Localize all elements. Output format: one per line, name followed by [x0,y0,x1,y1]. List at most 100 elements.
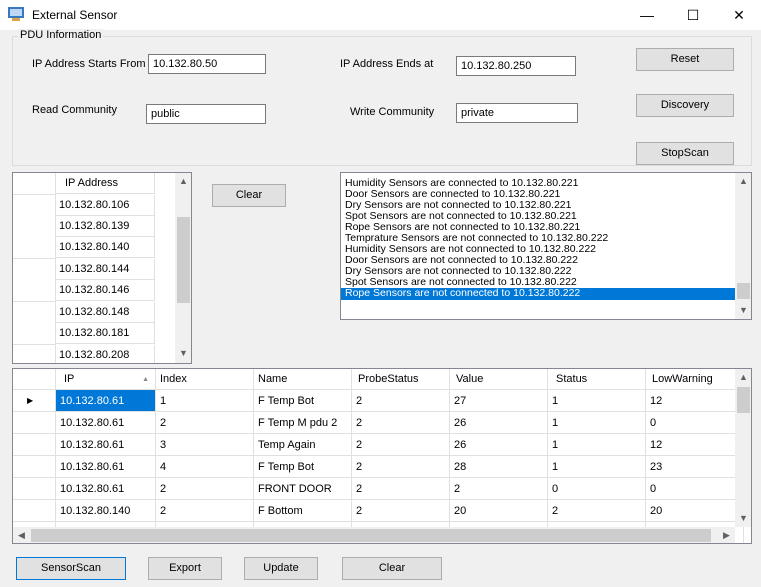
sensorscan-button[interactable]: SensorScan [16,557,126,580]
list-item-selected[interactable]: Rope Sensors are not connected to 10.132… [341,288,747,300]
column-header-status[interactable]: Status [548,369,646,390]
scroll-up-icon[interactable]: ▲ [735,369,751,386]
list-item[interactable]: 10.132.80.144 [55,259,155,280]
table-cell[interactable]: 2 [352,390,450,412]
sensor-data-grid[interactable]: IP ▲ Index Name ProbeStatus Value Status … [12,368,752,544]
table-cell[interactable]: 12 [646,390,744,412]
table-cell[interactable]: 1 [548,434,646,456]
scroll-right-icon[interactable]: ▶ [718,527,735,543]
table-cell[interactable]: 20 [450,500,548,522]
table-cell[interactable]: 2 [352,478,450,500]
row-header[interactable] [13,500,56,522]
table-cell[interactable]: 10.132.80.140 [56,500,156,522]
table-cell[interactable]: 2 [352,434,450,456]
grid-vertical-scrollbar[interactable]: ▲ ▼ [735,369,751,527]
scroll-thumb[interactable] [737,283,750,299]
clear-grid-button[interactable]: Clear [342,557,442,580]
scroll-up-icon[interactable]: ▲ [735,173,751,190]
row-header[interactable] [13,478,56,500]
write-community-field[interactable]: private [456,103,578,123]
ip-end-field[interactable]: 10.132.80.250 [456,56,576,76]
list-row-header[interactable] [13,302,56,324]
table-cell[interactable]: 2 [352,456,450,478]
table-cell[interactable]: 1 [548,390,646,412]
row-header[interactable] [13,434,56,456]
table-cell[interactable]: 23 [646,456,744,478]
table-cell[interactable]: 26 [450,412,548,434]
row-header[interactable] [13,412,56,434]
table-cell[interactable]: 2 [450,478,548,500]
column-header-ip[interactable]: IP ▲ [56,369,156,390]
log-scrollbar[interactable]: ▲ ▼ [735,173,751,319]
scroll-thumb[interactable] [177,217,190,303]
list-row-header[interactable] [13,345,56,363]
table-cell[interactable]: 1 [548,456,646,478]
table-cell[interactable]: 10.132.80.61 [56,434,156,456]
list-item[interactable]: 10.132.80.181 [55,323,155,344]
table-cell[interactable]: 26 [450,434,548,456]
list-row-header[interactable] [13,237,56,259]
list-item[interactable]: 10.132.80.140 [55,237,155,258]
list-row-header[interactable] [13,280,56,302]
table-cell[interactable]: 12 [646,434,744,456]
scan-log-list[interactable]: Humidity Sensors are connected to 10.132… [340,172,752,320]
minimize-button[interactable]: — [624,0,670,30]
stopscan-button[interactable]: StopScan [636,142,734,165]
scroll-up-icon[interactable]: ▲ [175,173,191,190]
table-cell[interactable]: 10.132.80.61 [56,456,156,478]
table-cell[interactable]: 2 [548,500,646,522]
table-cell[interactable]: 3 [156,434,254,456]
grid-horizontal-scrollbar[interactable]: ◀ ▶ [13,527,735,543]
table-cell[interactable]: F Temp Bot [254,456,352,478]
table-cell[interactable]: 2 [156,500,254,522]
ip-start-field[interactable]: 10.132.80.50 [148,54,266,74]
table-cell[interactable]: 2 [156,478,254,500]
row-header[interactable] [13,456,56,478]
reset-button[interactable]: Reset [636,48,734,71]
list-row-header[interactable] [13,216,56,238]
list-row-header[interactable] [13,259,56,281]
table-cell[interactable]: 0 [548,478,646,500]
table-cell[interactable]: 2 [352,500,450,522]
table-cell[interactable]: 10.132.80.61 [56,478,156,500]
list-item[interactable]: 10.132.80.106 [55,195,155,216]
table-cell[interactable]: 0 [646,412,744,434]
close-button[interactable]: ✕ [716,0,761,30]
clear-log-button[interactable]: Clear [212,184,286,207]
table-cell[interactable]: 20 [646,500,744,522]
maximize-button[interactable]: ☐ [670,0,716,30]
discovery-button[interactable]: Discovery [636,94,734,117]
list-item[interactable]: 10.132.80.148 [55,302,155,323]
list-item[interactable]: 10.132.80.208 [55,345,155,363]
table-cell[interactable]: Temp Again [254,434,352,456]
table-cell[interactable]: F Temp M pdu 2 [254,412,352,434]
list-item[interactable]: 10.132.80.146 [55,280,155,301]
table-cell[interactable]: 2 [156,412,254,434]
table-cell[interactable]: 0 [646,478,744,500]
table-cell[interactable]: 10.132.80.61 [56,412,156,434]
scroll-down-icon[interactable]: ▼ [735,302,751,319]
read-community-field[interactable]: public [146,104,266,124]
table-cell[interactable]: 1 [548,412,646,434]
table-cell[interactable]: F Temp Bot [254,390,352,412]
table-cell[interactable]: F Bottom [254,500,352,522]
scroll-down-icon[interactable]: ▼ [735,510,751,527]
column-header-name[interactable]: Name [254,369,352,390]
table-cell[interactable]: 28 [450,456,548,478]
list-row-header[interactable] [13,323,56,345]
table-cell[interactable]: 4 [156,456,254,478]
column-header-value[interactable]: Value [450,369,548,390]
list-row-header[interactable] [13,195,56,217]
export-button[interactable]: Export [148,557,222,580]
ip-address-list[interactable]: IP Address 10.132.80.106 10.132.80.139 1… [12,172,192,364]
column-header-index[interactable]: Index [156,369,254,390]
table-cell[interactable]: 1 [156,390,254,412]
update-button[interactable]: Update [244,557,318,580]
ip-list-scrollbar[interactable]: ▲ ▼ [175,173,191,363]
table-cell[interactable]: 2 [352,412,450,434]
scroll-thumb[interactable] [737,387,750,413]
scroll-thumb[interactable] [31,529,711,542]
column-header-lowwarning[interactable]: LowWarning [646,369,744,390]
list-item[interactable]: 10.132.80.139 [55,216,155,237]
column-header-probestatus[interactable]: ProbeStatus [352,369,450,390]
